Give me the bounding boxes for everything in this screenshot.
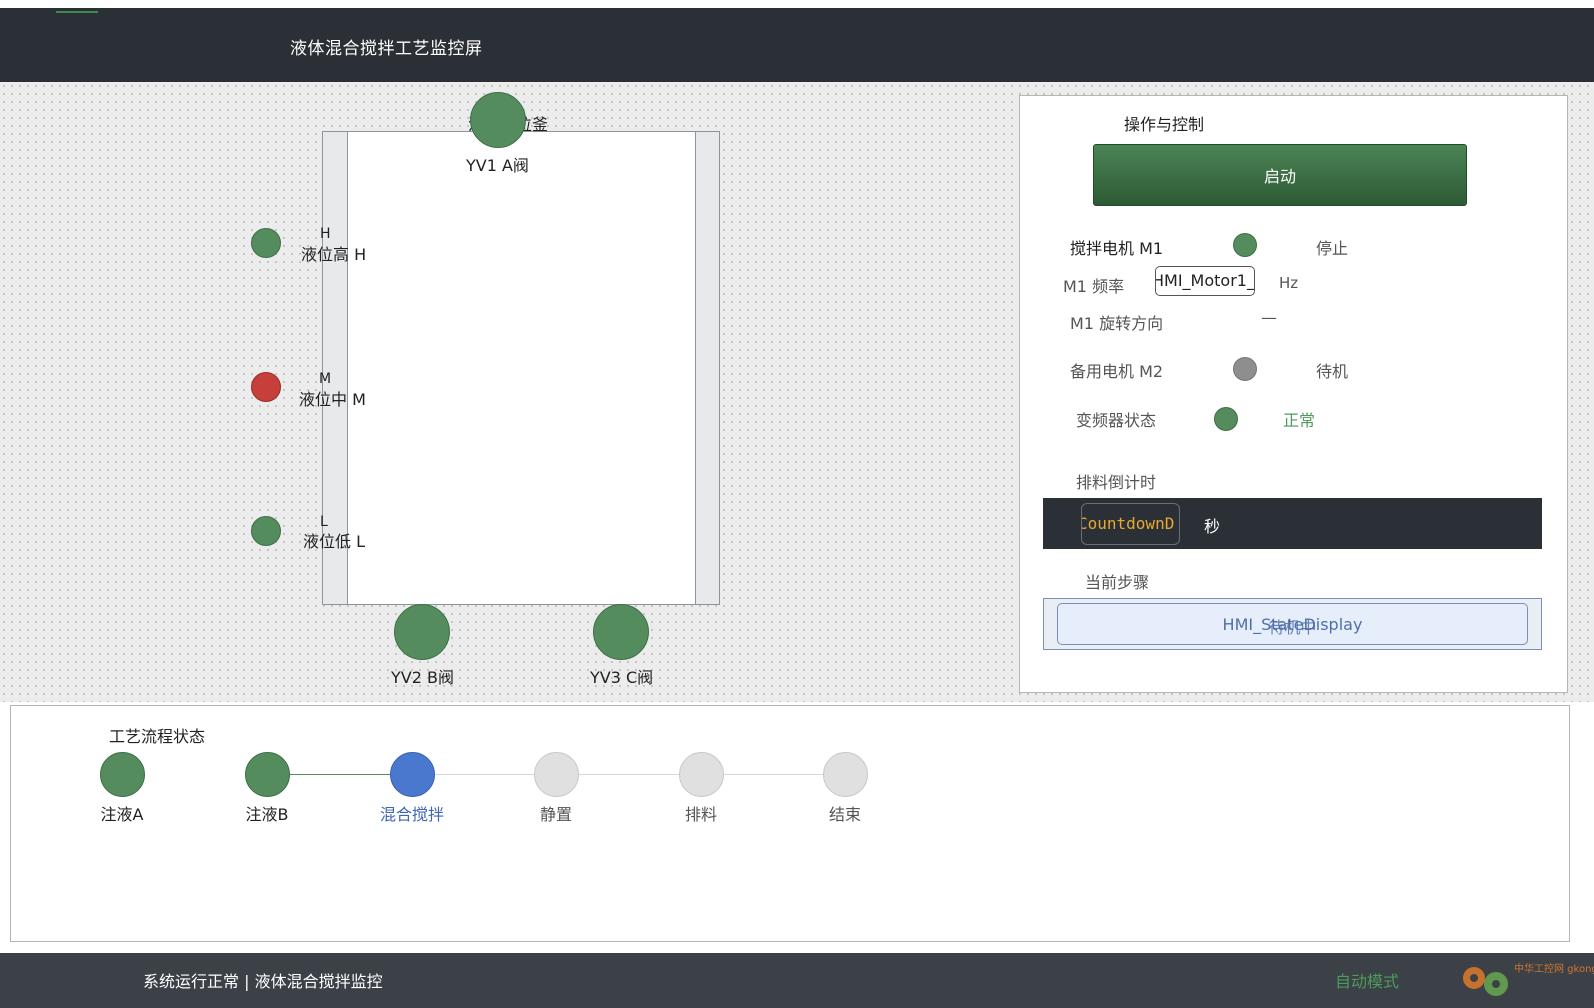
footer-status: 系统运行正常 | 液体混合搅拌监控: [143, 972, 383, 991]
level-mid-marker: M: [319, 371, 332, 387]
process-step-indicator: [390, 752, 435, 797]
watermark-text: 中华工控网 gkong.com: [1514, 964, 1594, 975]
current-step-text: 待机中: [1268, 618, 1317, 637]
process-step-indicator: [679, 752, 724, 797]
motor2-label: 备用电机 M2: [1070, 362, 1164, 381]
motor1-direction-label: M1 旋转方向: [1070, 314, 1164, 333]
valve-yv2-label: YV2 B阀: [391, 668, 454, 687]
motor1-direction-value: —: [1261, 308, 1277, 327]
countdown-unit: 秒: [1204, 517, 1221, 536]
process-step-label: 注液A: [100, 805, 144, 824]
mode-indicator: 自动模式: [1335, 972, 1400, 991]
motor2-status-text: 待机: [1316, 362, 1349, 381]
inverter-status-indicator: [1214, 407, 1238, 431]
valve-yv3-indicator[interactable]: [593, 604, 649, 660]
level-high-indicator: [251, 228, 281, 258]
motor1-status-text: 停止: [1316, 239, 1349, 258]
motor1-freq-unit: Hz: [1279, 274, 1299, 292]
process-step-label: 排料: [684, 805, 717, 824]
level-mid-indicator: [251, 372, 281, 402]
watermark-logo: 中华工控网 gkong.com: [1456, 954, 1594, 1000]
level-high-label: 液位高 H: [301, 245, 367, 264]
process-step-indicator: [534, 752, 579, 797]
level-low-label: 液位低 L: [303, 532, 366, 551]
level-high-marker: H: [320, 226, 331, 242]
process-title: 工艺流程状态: [109, 727, 206, 746]
countdown-value: CountdownD: [1081, 503, 1180, 545]
process-step-label: 注液B: [245, 805, 289, 824]
process-step-label: 静置: [539, 805, 572, 824]
header-accent-line: [56, 11, 98, 13]
level-low-indicator: [251, 516, 281, 546]
level-mid-label: 液位中 M: [299, 390, 366, 409]
motor1-label: 搅拌电机 M1: [1070, 239, 1164, 258]
inverter-status-text: 正常: [1283, 411, 1316, 430]
header-bar: [0, 8, 1594, 82]
process-step-indicator: [100, 752, 145, 797]
inverter-label: 变频器状态: [1076, 411, 1157, 430]
page-title: 液体混合搅拌工艺监控屏: [290, 39, 483, 59]
tank-interior: [347, 132, 696, 604]
process-step-indicator: [823, 752, 868, 797]
motor1-status-indicator: [1233, 233, 1257, 257]
valve-yv1-label: YV1 A阀: [466, 156, 529, 175]
process-step-label: 结束: [828, 805, 861, 824]
process-step-indicator: [245, 752, 290, 797]
valve-yv1-indicator[interactable]: [470, 92, 526, 148]
control-panel-title: 操作与控制: [1124, 115, 1205, 134]
current-step-label: 当前步骤: [1085, 573, 1150, 592]
start-button[interactable]: 启动: [1093, 144, 1467, 206]
process-connector-2: [413, 774, 868, 775]
motor1-freq-field[interactable]: HMI_Motor1_Freq: [1155, 266, 1255, 296]
motor1-freq-label: M1 频率: [1063, 277, 1125, 296]
countdown-label: 排料倒计时: [1076, 473, 1157, 492]
motor2-status-indicator: [1233, 357, 1257, 381]
valve-yv2-indicator[interactable]: [394, 604, 450, 660]
process-step-label: 混合搅拌: [379, 805, 444, 824]
valve-yv3-label: YV3 C阀: [590, 668, 654, 687]
